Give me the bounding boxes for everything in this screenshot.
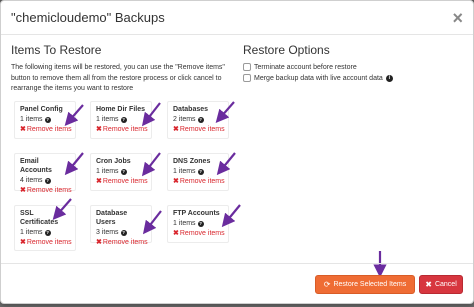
cancel-label: Cancel xyxy=(434,281,457,288)
restore-selected-items-button[interactable]: ⟳ Restore Selected Items xyxy=(315,275,415,294)
arrow-annotation xyxy=(64,152,84,176)
arrow-annotation xyxy=(52,198,72,220)
restore-selected-items-label: Restore Selected Items xyxy=(333,281,407,288)
refresh-icon: ⟳ xyxy=(323,280,331,289)
arrow-annotation xyxy=(142,210,162,235)
arrow-annotation xyxy=(141,102,161,127)
modal-footer: ⟳ Restore Selected Items ✖ Cancel xyxy=(1,263,473,304)
arrow-annotation xyxy=(215,101,235,123)
backups-modal: "chemicloudemo" Backups × Items To Resto… xyxy=(0,0,474,304)
arrow-annotation xyxy=(221,204,241,228)
cancel-button[interactable]: ✖ Cancel xyxy=(419,275,463,294)
annotation-arrows xyxy=(52,101,387,278)
arrow-annotation xyxy=(141,152,161,177)
close-icon: ✖ xyxy=(425,280,432,289)
arrow-annotation xyxy=(216,152,236,176)
arrow-annotation xyxy=(64,104,84,126)
